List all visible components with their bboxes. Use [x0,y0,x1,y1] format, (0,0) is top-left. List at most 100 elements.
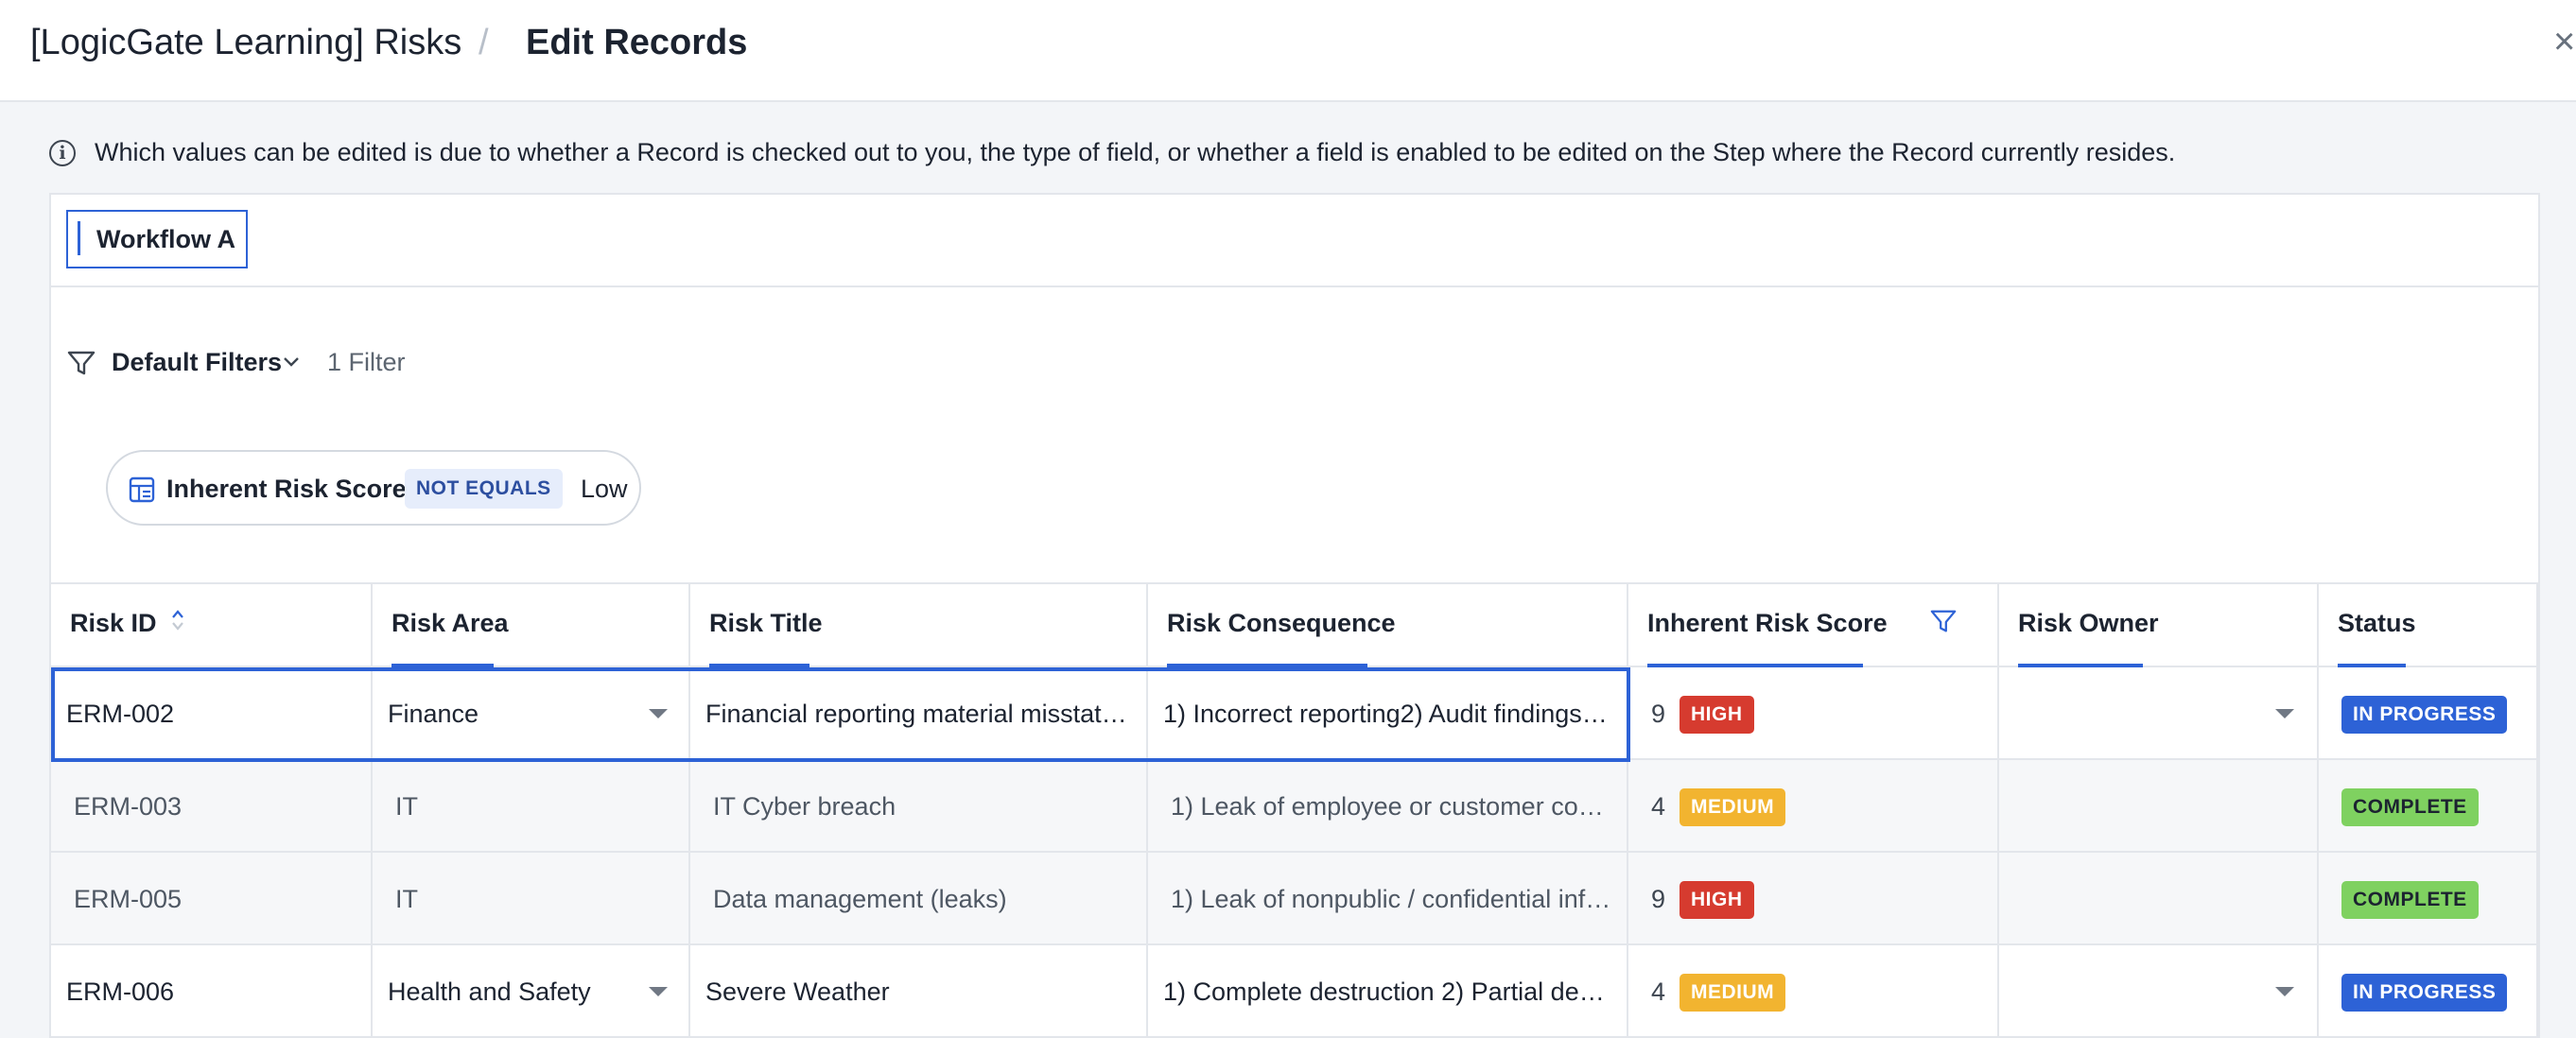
table-row: ERM-003 IT IT Cyber breach 1) Leak of em… [51,760,2538,853]
risk-title-value: IT Cyber breach [713,792,896,821]
breadcrumb-app-title[interactable]: [LogicGate Learning] Risks [30,23,461,63]
column-filter-icon[interactable] [1929,607,1958,635]
risk-consequence-value: 1) Complete destruction 2) Partial destr… [1163,977,1613,1006]
column-header-label: Risk Title [709,609,823,637]
risk-score-number: 4 [1651,792,1666,821]
column-header-risk-title[interactable]: Risk Title [690,582,1148,667]
risk-level-badge: MEDIUM [1680,788,1786,826]
close-icon[interactable]: × [2553,21,2575,63]
column-header-risk-area[interactable]: Risk Area [373,582,690,667]
chevron-down-icon[interactable] [280,350,303,372]
status-badge: IN PROGRESS [2341,974,2508,1012]
table-row[interactable]: ERM-006 Health and Safety Severe Weather… [51,945,2538,1038]
column-header-label: Risk Consequence [1167,609,1396,637]
filter-chip-value: Low [581,475,628,503]
risk-consequence-value: 1) Incorrect reporting2) Audit findings … [1163,700,1613,728]
cell-risk-title: Data management (leaks) [690,853,1148,943]
filter-chip[interactable]: Inherent Risk Score NOT EQUALS Low [106,450,641,526]
cell-status: IN PROGRESS [2319,945,2538,1036]
top-bar: [LogicGate Learning] Risks / Edit Record… [0,0,2576,102]
risk-area-value: Finance [388,700,479,728]
filter-count: 1 Filter [327,348,406,376]
risk-title-value: Financial reporting material misstatemen… [705,700,1135,728]
risk-consequence-value: 1) Leak of nonpublic / confidential info… [1171,885,1611,913]
risk-title-value: Data management (leaks) [713,885,1007,913]
cell-status: COMPLETE [2319,853,2538,943]
sort-ascending-icon[interactable] [170,607,185,633]
risk-id-value: ERM-002 [66,700,175,728]
column-header-label: Risk Owner [2018,609,2159,637]
status-badge: COMPLETE [2341,881,2479,919]
cell-risk-consequence[interactable]: 1) Complete destruction 2) Partial destr… [1148,945,1628,1036]
cell-risk-consequence: 1) Leak of nonpublic / confidential info… [1148,853,1628,943]
cell-risk-area: IT [373,760,690,851]
cell-risk-title[interactable]: Financial reporting material misstatemen… [690,667,1148,758]
cell-risk-area-select[interactable]: Health and Safety [373,945,690,1036]
risk-score-number: 9 [1651,700,1666,728]
caret-down-icon[interactable] [649,709,668,718]
caret-down-icon[interactable] [2275,987,2294,996]
cell-risk-id[interactable]: ERM-002 [51,667,373,758]
column-header-label: Status [2338,609,2416,637]
column-header-label: Risk ID [70,609,157,637]
risk-level-badge: MEDIUM [1680,974,1786,1012]
cell-risk-id[interactable]: ERM-006 [51,945,373,1036]
cell-status: COMPLETE [2319,760,2538,851]
column-header-risk-owner[interactable]: Risk Owner [1999,582,2319,667]
caret-down-icon[interactable] [2275,709,2294,718]
cell-inherent-risk-score: 4 MEDIUM [1628,760,1999,851]
cell-risk-owner [1999,853,2319,943]
risk-area-value: Health and Safety [388,977,591,1006]
risk-score-number: 4 [1651,977,1666,1006]
risk-id-value: ERM-005 [74,885,183,913]
cell-risk-title[interactable]: Severe Weather [690,945,1148,1036]
breadcrumb-separator: / [479,23,489,62]
caret-down-icon[interactable] [649,987,668,996]
table-grid-icon [129,476,155,503]
cell-risk-area-select[interactable]: Finance [373,667,690,758]
risk-title-value: Severe Weather [705,977,890,1006]
records-panel: Workflow A Default Filters 1 Filter Inhe… [49,193,2540,1038]
status-badge: COMPLETE [2341,788,2479,826]
tab-label: Workflow A [96,225,235,253]
cell-risk-area: IT [373,853,690,943]
column-header-status[interactable]: Status [2319,582,2538,667]
cell-risk-id: ERM-005 [51,853,373,943]
cell-risk-owner-select[interactable] [1999,945,2319,1036]
risk-score-number: 9 [1651,885,1666,913]
cell-risk-id: ERM-003 [51,760,373,851]
status-badge: IN PROGRESS [2341,696,2508,734]
cell-status: IN PROGRESS [2319,667,2538,758]
risk-level-badge: HIGH [1680,881,1754,919]
cell-risk-owner [1999,760,2319,851]
page-title: Edit Records [526,23,748,62]
table-row: ERM-005 IT Data management (leaks) 1) Le… [51,853,2538,945]
default-filters-dropdown[interactable]: Default Filters [112,348,282,377]
cell-risk-title: IT Cyber breach [690,760,1148,851]
filter-icon[interactable] [66,348,96,378]
workflow-tab-bar: Workflow A [51,195,2538,287]
table-row[interactable]: ERM-002 Finance Financial reporting mate… [51,667,2538,760]
tab-workflow-a[interactable]: Workflow A [66,210,248,268]
filter-chip-operator: NOT EQUALS [405,469,563,509]
column-header-inherent-risk-score[interactable]: Inherent Risk Score [1628,582,1999,667]
column-header-risk-id[interactable]: Risk ID [51,582,373,667]
info-text: Which values can be edited is due to whe… [95,138,2176,166]
risk-id-value: ERM-006 [66,977,175,1006]
cell-inherent-risk-score: 9 HIGH [1628,667,1999,758]
filter-chip-field: Inherent Risk Score [166,475,407,503]
risk-area-value: IT [395,792,418,821]
column-header-label: Inherent Risk Score [1647,609,1888,637]
cell-inherent-risk-score: 4 MEDIUM [1628,945,1999,1036]
risk-level-badge: HIGH [1680,696,1754,734]
info-icon: i [49,140,76,166]
risk-consequence-value: 1) Leak of employee or customer confiden… [1171,792,1611,821]
risk-id-value: ERM-003 [74,792,183,821]
column-header-risk-consequence[interactable]: Risk Consequence [1148,582,1628,667]
cell-inherent-risk-score: 9 HIGH [1628,853,1999,943]
cell-risk-consequence: 1) Leak of employee or customer confiden… [1148,760,1628,851]
risk-area-value: IT [395,885,418,913]
column-header-label: Risk Area [392,609,509,637]
cell-risk-owner-select[interactable] [1999,667,2319,758]
cell-risk-consequence[interactable]: 1) Incorrect reporting2) Audit findings … [1148,667,1628,758]
